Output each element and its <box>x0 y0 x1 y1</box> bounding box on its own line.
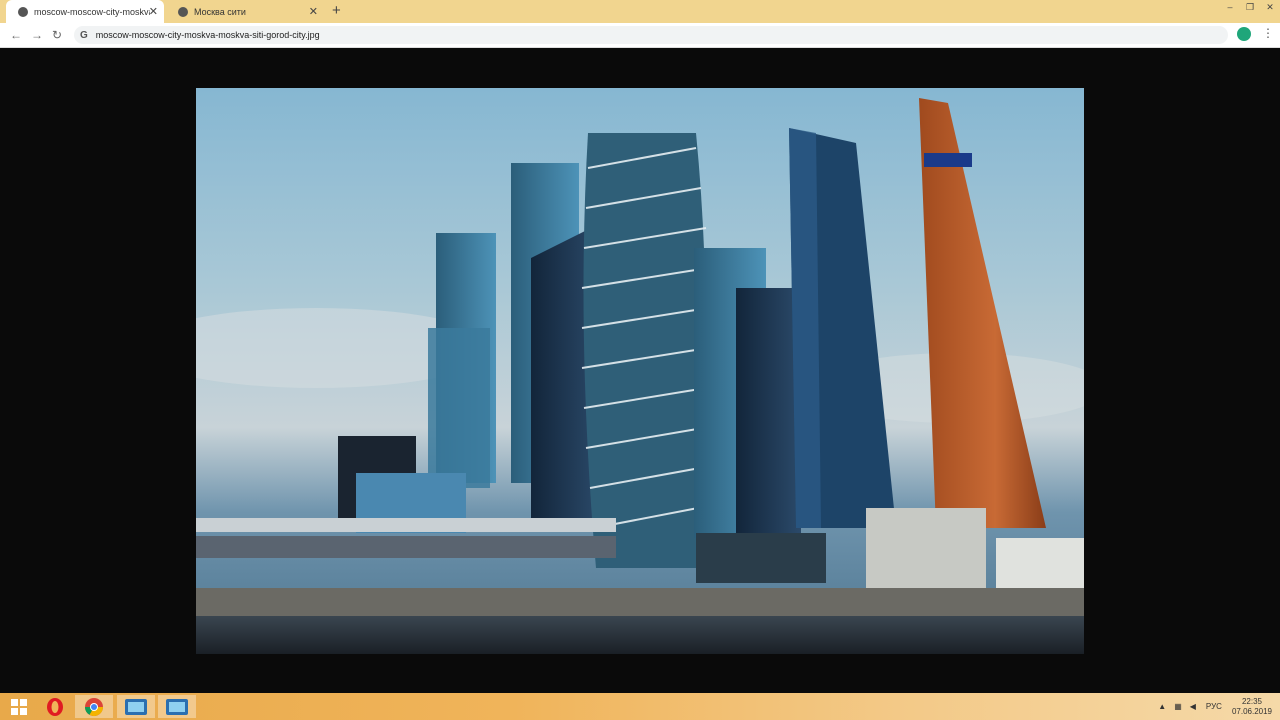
close-tab-icon[interactable]: ✕ <box>309 5 318 18</box>
app-icon-2[interactable] <box>158 695 196 718</box>
opera-icon[interactable] <box>36 695 74 718</box>
show-hidden-icons-icon[interactable]: ▲ <box>1158 702 1166 711</box>
address-bar[interactable]: G moscow-moscow-city-moskva-moskva-siti-… <box>74 26 1228 44</box>
tab-title: Москва сити <box>194 6 246 17</box>
system-tray: ▲ ▦ ◀ РУС 22:35 07.06.2019 <box>1158 693 1272 720</box>
clock[interactable]: 22:35 07.06.2019 <box>1232 697 1272 717</box>
close-tab-icon[interactable]: ✕ <box>149 5 158 18</box>
globe-icon <box>18 6 28 17</box>
window-controls: – ❐ ✕ <box>1220 0 1280 16</box>
network-icon[interactable]: ▦ <box>1174 702 1182 711</box>
tab-image[interactable]: moscow-moscow-city-moskva-m ✕ <box>6 0 164 23</box>
new-tab-button[interactable]: + <box>332 2 341 19</box>
back-button[interactable]: ← <box>10 28 22 42</box>
globe-icon <box>178 6 188 17</box>
maximize-button[interactable]: ❐ <box>1240 0 1260 16</box>
reload-button[interactable]: ↻ <box>52 28 62 42</box>
language-indicator[interactable]: РУС <box>1206 702 1222 711</box>
clock-time: 22:35 <box>1241 696 1262 706</box>
tab-title: moscow-moscow-city-moskva-m <box>34 6 150 17</box>
minimize-button[interactable]: – <box>1220 0 1240 16</box>
google-icon: G <box>80 29 88 41</box>
image-viewer <box>0 48 1280 693</box>
moscow-city-photo[interactable] <box>196 88 1084 654</box>
browser-toolbar: ← → ↻ G moscow-moscow-city-moskva-moskva… <box>0 23 1280 48</box>
windows-logo-icon[interactable] <box>0 695 38 718</box>
clock-date: 07.06.2019 <box>1231 706 1272 716</box>
volume-icon[interactable]: ◀ <box>1190 702 1196 711</box>
forward-button[interactable]: → <box>31 28 43 42</box>
tab-search[interactable]: Москва сити ✕ <box>166 0 324 23</box>
tab-strip: moscow-moscow-city-moskva-m ✕ Москва сит… <box>0 0 1280 23</box>
chrome-icon[interactable] <box>75 695 113 718</box>
profile-avatar[interactable] <box>1237 27 1251 41</box>
close-window-button[interactable]: ✕ <box>1260 0 1280 16</box>
menu-icon[interactable]: ⋮ <box>1262 26 1274 40</box>
app-icon-1[interactable] <box>117 695 155 718</box>
taskbar: ▲ ▦ ◀ РУС 22:35 07.06.2019 <box>0 693 1280 720</box>
url-text[interactable]: moscow-moscow-city-moskva-moskva-siti-go… <box>96 30 320 40</box>
